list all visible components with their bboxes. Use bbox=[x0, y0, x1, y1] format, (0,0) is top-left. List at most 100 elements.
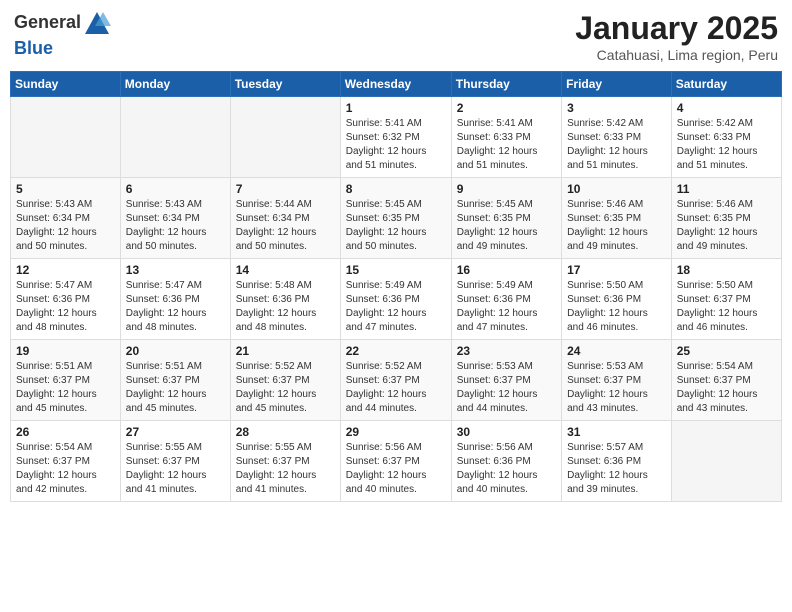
calendar-cell: 21 Sunrise: 5:52 AM Sunset: 6:37 PM Dayli… bbox=[230, 340, 340, 421]
day-number: 15 bbox=[346, 263, 446, 277]
calendar-day-header: Thursday bbox=[451, 72, 561, 97]
calendar-cell: 14Sunrise: 5:48 AM Sunset: 6:36 PM Dayli… bbox=[230, 259, 340, 340]
day-number: 19 bbox=[16, 344, 115, 358]
day-info: Sunrise: 5:53 AM Sunset: 6:37 PM Dayligh… bbox=[457, 360, 556, 416]
day-number: 30 bbox=[457, 425, 556, 439]
calendar-cell: 9Sunrise: 5:45 AM Sunset: 6:35 PM Daylig… bbox=[451, 178, 561, 259]
day-number: 6 bbox=[126, 182, 225, 196]
calendar-day-header: Saturday bbox=[671, 72, 781, 97]
calendar-cell: 1 Sunrise: 5:41 AM Sunset: 6:32 PM Daylig… bbox=[340, 97, 451, 178]
day-info: Sunrise: 5:56 AM Sunset: 6:37 PM Dayligh… bbox=[346, 441, 446, 497]
calendar-cell bbox=[120, 97, 230, 178]
calendar-cell: 13 Sunrise: 5:47 AM Sunset: 6:36 PM Dayli… bbox=[120, 259, 230, 340]
day-number: 23 bbox=[457, 344, 556, 358]
calendar-week-row: 26 Sunrise: 5:54 AM Sunset: 6:37 PM Dayli… bbox=[11, 421, 782, 502]
day-number: 4 bbox=[677, 101, 776, 115]
day-number: 29 bbox=[346, 425, 446, 439]
day-number: 5 bbox=[16, 182, 115, 196]
day-number: 22 bbox=[346, 344, 446, 358]
calendar-week-row: 1 Sunrise: 5:41 AM Sunset: 6:32 PM Daylig… bbox=[11, 97, 782, 178]
calendar-cell: 8Sunrise: 5:45 AM Sunset: 6:35 PM Daylig… bbox=[340, 178, 451, 259]
page-header: General Blue January 2025 Catahuasi, Lim… bbox=[10, 10, 782, 63]
calendar-cell: 12 Sunrise: 5:47 AM Sunset: 6:36 PM Dayli… bbox=[11, 259, 121, 340]
day-info: Sunrise: 5:42 AM Sunset: 6:33 PM Dayligh… bbox=[567, 117, 666, 173]
day-number: 2 bbox=[457, 101, 556, 115]
calendar-cell: 6Sunrise: 5:43 AM Sunset: 6:34 PM Daylig… bbox=[120, 178, 230, 259]
calendar-cell: 4Sunrise: 5:42 AM Sunset: 6:33 PM Daylig… bbox=[671, 97, 781, 178]
calendar-cell: 27 Sunrise: 5:55 AM Sunset: 6:37 PM Dayli… bbox=[120, 421, 230, 502]
day-info: Sunrise: 5:54 AM Sunset: 6:37 PM Dayligh… bbox=[677, 360, 776, 416]
calendar-cell: 18Sunrise: 5:50 AM Sunset: 6:37 PM Dayli… bbox=[671, 259, 781, 340]
calendar-cell: 11 Sunrise: 5:46 AM Sunset: 6:35 PM Dayli… bbox=[671, 178, 781, 259]
day-info: Sunrise: 5:52 AM Sunset: 6:37 PM Dayligh… bbox=[346, 360, 446, 416]
calendar-cell: 2 Sunrise: 5:41 AM Sunset: 6:33 PM Daylig… bbox=[451, 97, 561, 178]
day-number: 20 bbox=[126, 344, 225, 358]
month-title: January 2025 bbox=[575, 10, 778, 47]
calendar-cell: 15 Sunrise: 5:49 AM Sunset: 6:36 PM Dayli… bbox=[340, 259, 451, 340]
calendar-cell: 26 Sunrise: 5:54 AM Sunset: 6:37 PM Dayli… bbox=[11, 421, 121, 502]
calendar-table: SundayMondayTuesdayWednesdayThursdayFrid… bbox=[10, 71, 782, 502]
logo-general-text: General bbox=[14, 12, 81, 32]
calendar-cell: 25Sunrise: 5:54 AM Sunset: 6:37 PM Dayli… bbox=[671, 340, 781, 421]
day-info: Sunrise: 5:52 AM Sunset: 6:37 PM Dayligh… bbox=[236, 360, 335, 416]
calendar-cell: 22 Sunrise: 5:52 AM Sunset: 6:37 PM Dayli… bbox=[340, 340, 451, 421]
day-info: Sunrise: 5:46 AM Sunset: 6:35 PM Dayligh… bbox=[677, 198, 776, 254]
calendar-cell: 24 Sunrise: 5:53 AM Sunset: 6:37 PM Dayli… bbox=[562, 340, 672, 421]
calendar-day-header: Wednesday bbox=[340, 72, 451, 97]
calendar-day-header: Sunday bbox=[11, 72, 121, 97]
day-info: Sunrise: 5:47 AM Sunset: 6:36 PM Dayligh… bbox=[16, 279, 115, 335]
day-info: Sunrise: 5:49 AM Sunset: 6:36 PM Dayligh… bbox=[346, 279, 446, 335]
day-info: Sunrise: 5:53 AM Sunset: 6:37 PM Dayligh… bbox=[567, 360, 666, 416]
calendar-cell: 19Sunrise: 5:51 AM Sunset: 6:37 PM Dayli… bbox=[11, 340, 121, 421]
day-info: Sunrise: 5:45 AM Sunset: 6:35 PM Dayligh… bbox=[346, 198, 446, 254]
day-number: 1 bbox=[346, 101, 446, 115]
calendar-day-header: Tuesday bbox=[230, 72, 340, 97]
day-info: Sunrise: 5:44 AM Sunset: 6:34 PM Dayligh… bbox=[236, 198, 335, 254]
calendar-week-row: 5 Sunrise: 5:43 AM Sunset: 6:34 PM Daylig… bbox=[11, 178, 782, 259]
day-number: 12 bbox=[16, 263, 115, 277]
calendar-cell: 7 Sunrise: 5:44 AM Sunset: 6:34 PM Daylig… bbox=[230, 178, 340, 259]
day-info: Sunrise: 5:41 AM Sunset: 6:33 PM Dayligh… bbox=[457, 117, 556, 173]
calendar-cell: 23 Sunrise: 5:53 AM Sunset: 6:37 PM Dayli… bbox=[451, 340, 561, 421]
day-info: Sunrise: 5:51 AM Sunset: 6:37 PM Dayligh… bbox=[126, 360, 225, 416]
day-number: 3 bbox=[567, 101, 666, 115]
day-info: Sunrise: 5:43 AM Sunset: 6:34 PM Dayligh… bbox=[16, 198, 115, 254]
day-number: 21 bbox=[236, 344, 335, 358]
day-number: 7 bbox=[236, 182, 335, 196]
day-number: 31 bbox=[567, 425, 666, 439]
day-info: Sunrise: 5:47 AM Sunset: 6:36 PM Dayligh… bbox=[126, 279, 225, 335]
title-section: January 2025 Catahuasi, Lima region, Per… bbox=[575, 10, 778, 63]
calendar-cell: 28Sunrise: 5:55 AM Sunset: 6:37 PM Dayli… bbox=[230, 421, 340, 502]
calendar-cell: 30Sunrise: 5:56 AM Sunset: 6:36 PM Dayli… bbox=[451, 421, 561, 502]
day-number: 18 bbox=[677, 263, 776, 277]
day-number: 24 bbox=[567, 344, 666, 358]
day-info: Sunrise: 5:50 AM Sunset: 6:36 PM Dayligh… bbox=[567, 279, 666, 335]
calendar-cell: 5 Sunrise: 5:43 AM Sunset: 6:34 PM Daylig… bbox=[11, 178, 121, 259]
calendar-header-row: SundayMondayTuesdayWednesdayThursdayFrid… bbox=[11, 72, 782, 97]
day-info: Sunrise: 5:46 AM Sunset: 6:35 PM Dayligh… bbox=[567, 198, 666, 254]
day-info: Sunrise: 5:54 AM Sunset: 6:37 PM Dayligh… bbox=[16, 441, 115, 497]
location-subtitle: Catahuasi, Lima region, Peru bbox=[575, 47, 778, 63]
day-info: Sunrise: 5:41 AM Sunset: 6:32 PM Dayligh… bbox=[346, 117, 446, 173]
day-number: 26 bbox=[16, 425, 115, 439]
day-number: 11 bbox=[677, 182, 776, 196]
day-info: Sunrise: 5:55 AM Sunset: 6:37 PM Dayligh… bbox=[126, 441, 225, 497]
calendar-cell: 10Sunrise: 5:46 AM Sunset: 6:35 PM Dayli… bbox=[562, 178, 672, 259]
day-number: 27 bbox=[126, 425, 225, 439]
day-number: 9 bbox=[457, 182, 556, 196]
day-number: 13 bbox=[126, 263, 225, 277]
calendar-day-header: Monday bbox=[120, 72, 230, 97]
calendar-cell: 20 Sunrise: 5:51 AM Sunset: 6:37 PM Dayli… bbox=[120, 340, 230, 421]
day-number: 14 bbox=[236, 263, 335, 277]
calendar-cell bbox=[230, 97, 340, 178]
calendar-cell: 31 Sunrise: 5:57 AM Sunset: 6:36 PM Dayli… bbox=[562, 421, 672, 502]
calendar-week-row: 19 Sunrise: 5:51 AM Sunset: 6:37 PM Dayli… bbox=[11, 340, 782, 421]
day-info: Sunrise: 5:57 AM Sunset: 6:36 PM Dayligh… bbox=[567, 441, 666, 497]
day-info: Sunrise: 5:55 AM Sunset: 6:37 PM Dayligh… bbox=[236, 441, 335, 497]
calendar-cell bbox=[11, 97, 121, 178]
calendar-cell: 17Sunrise: 5:50 AM Sunset: 6:36 PM Dayli… bbox=[562, 259, 672, 340]
logo: General Blue bbox=[14, 10, 111, 59]
logo-blue-text: Blue bbox=[14, 38, 53, 58]
calendar-week-row: 12 Sunrise: 5:47 AM Sunset: 6:36 PM Dayli… bbox=[11, 259, 782, 340]
calendar-cell: 29 Sunrise: 5:56 AM Sunset: 6:37 PM Dayli… bbox=[340, 421, 451, 502]
